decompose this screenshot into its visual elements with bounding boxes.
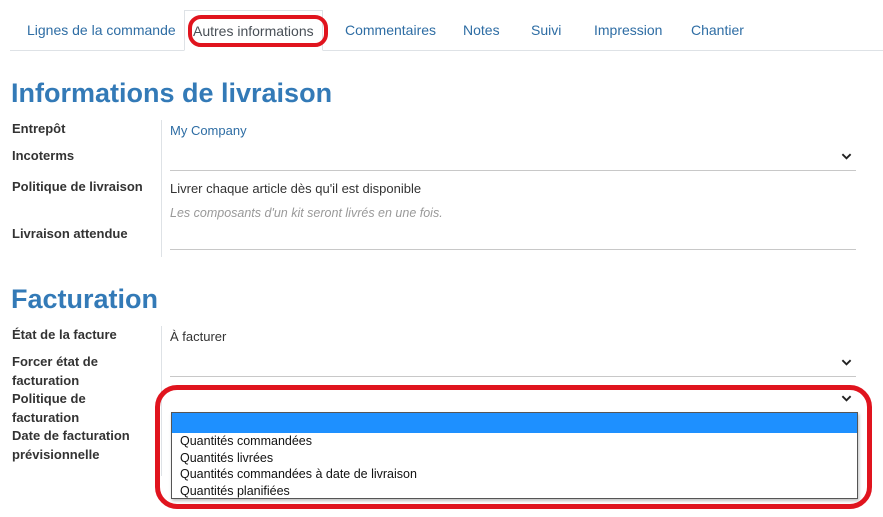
invoicing-policy-label-line2: facturation	[12, 410, 80, 425]
tab-printing[interactable]: Impression	[594, 10, 662, 51]
tab-bar: Lignes de la commande Autres information…	[10, 10, 883, 51]
delivery-section-title: Informations de livraison	[11, 78, 333, 108]
invoicing-policy-dropdown: Quantités commandées Quantités livrées Q…	[171, 412, 858, 499]
tab-order-lines[interactable]: Lignes de la commande	[27, 10, 176, 51]
invoicing-policy-select[interactable]	[170, 389, 856, 413]
billing-section-title: Facturation	[11, 284, 159, 314]
expected-delivery-input[interactable]	[170, 226, 856, 250]
chevron-down-icon	[841, 359, 852, 366]
delivery-policy-hint: Les composants d'un kit seront livrés en…	[170, 206, 443, 220]
dropdown-option[interactable]: Quantités commandées à date de livraison	[172, 466, 857, 483]
invoicing-policy-label: Politique de facturation	[12, 389, 86, 427]
delivery-policy-label: Politique de livraison	[12, 179, 143, 194]
incoterms-label: Incoterms	[12, 148, 75, 163]
force-invoice-state-label: Forcer état de facturation	[12, 352, 98, 390]
expected-delivery-label: Livraison attendue	[12, 226, 128, 241]
billing-divider	[161, 326, 162, 476]
tab-comments[interactable]: Commentaires	[345, 10, 436, 51]
invoice-state-label: État de la facture	[12, 327, 117, 342]
warehouse-label: Entrepôt	[12, 121, 66, 136]
dropdown-option[interactable]: Quantités livrées	[172, 450, 857, 467]
delivery-policy-value[interactable]: Livrer chaque article dès qu'il est disp…	[170, 181, 421, 196]
force-invoice-state-label-line1: Forcer état de	[12, 354, 98, 369]
tab-tracking[interactable]: Suivi	[531, 10, 561, 51]
chevron-down-icon	[841, 153, 852, 160]
invoice-state-value: À facturer	[170, 329, 227, 344]
tab-site[interactable]: Chantier	[691, 10, 744, 51]
forecast-invoice-date-label-line1: Date de facturation	[12, 428, 130, 443]
force-invoice-state-label-line2: facturation	[12, 373, 80, 388]
incoterms-select[interactable]	[170, 147, 856, 171]
dropdown-option[interactable]: Quantités commandées	[172, 433, 857, 450]
forecast-invoice-date-label: Date de facturation prévisionnelle	[12, 426, 130, 464]
tab-notes[interactable]: Notes	[463, 10, 500, 51]
order-form-page: Lignes de la commande Autres information…	[0, 0, 883, 517]
force-invoice-state-select[interactable]	[170, 353, 856, 377]
dropdown-empty-option-selected[interactable]	[172, 413, 857, 433]
invoicing-policy-label-line1: Politique de	[12, 391, 86, 406]
warehouse-value[interactable]: My Company	[170, 123, 247, 138]
tab-other-info[interactable]: Autres informations	[184, 10, 323, 51]
delivery-divider	[161, 120, 162, 257]
forecast-invoice-date-label-line2: prévisionnelle	[12, 447, 100, 462]
dropdown-option[interactable]: Quantités planifiées	[172, 483, 857, 500]
chevron-down-icon	[841, 395, 852, 402]
